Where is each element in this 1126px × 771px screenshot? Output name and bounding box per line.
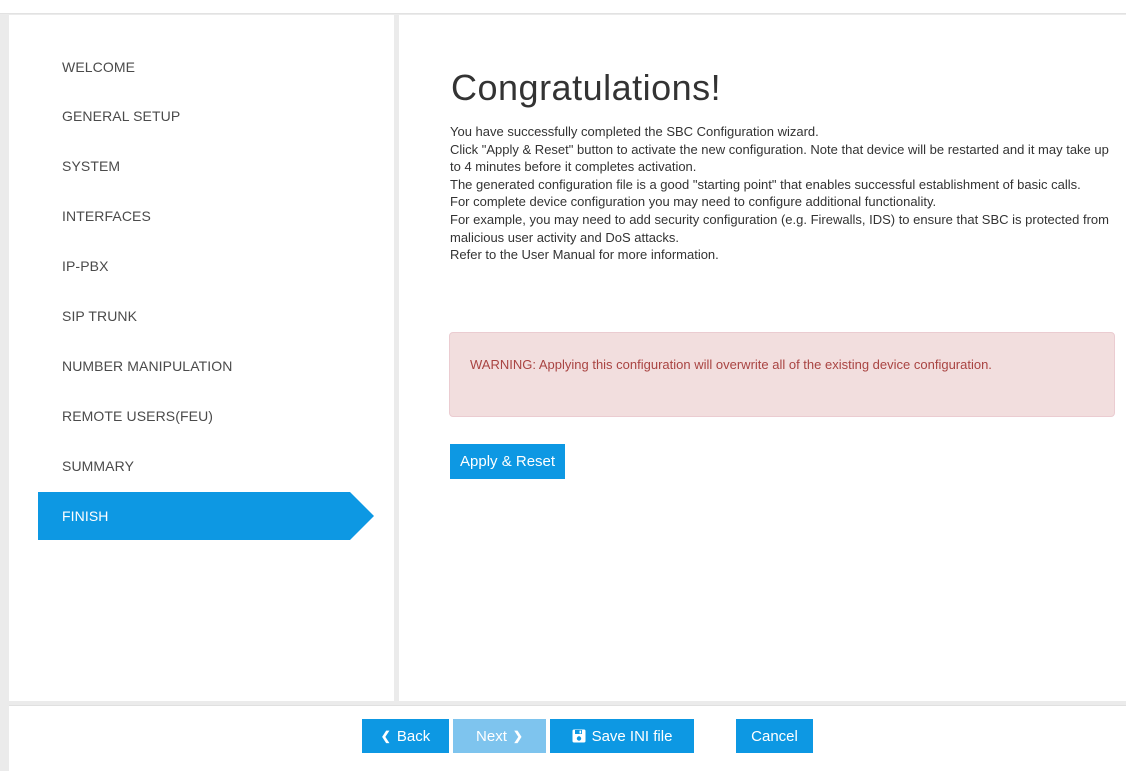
sidebar-item-label: INTERFACES: [62, 208, 151, 224]
sidebar-item-label: REMOTE USERS(FEU): [62, 408, 214, 424]
sidebar-item-label: SUMMARY: [62, 458, 135, 474]
wizard-sidebar: WELCOME GENERAL SETUP SYSTEM INTERFACES …: [9, 15, 394, 701]
message-line: Click "Apply & Reset" button to activate…: [450, 141, 1109, 175]
sidebar-item-label: SYSTEM: [62, 158, 121, 174]
back-button[interactable]: ❮ Back: [362, 719, 449, 753]
sidebar-item-ip-pbx[interactable]: IP-PBX: [38, 242, 364, 290]
sidebar-item-finish[interactable]: FINISH: [38, 492, 374, 540]
apply-reset-button[interactable]: Apply & Reset: [450, 444, 566, 479]
sidebar-item-sip-trunk[interactable]: SIP TRUNK: [38, 292, 364, 340]
back-label: Back: [396, 727, 431, 745]
wizard-footer: ❮ Back Next ❯ Save INI file Cancel: [9, 705, 1126, 771]
sidebar-item-label: SIP TRUNK: [62, 308, 138, 324]
save-label: Save INI file: [591, 727, 673, 745]
message-line: For example, you may need to add securit…: [450, 211, 1109, 245]
save-ini-button[interactable]: Save INI file: [550, 719, 694, 753]
sidebar-item-interfaces[interactable]: INTERFACES: [38, 192, 364, 240]
next-button[interactable]: Next ❯: [453, 719, 546, 753]
chevron-right-icon: ❯: [512, 729, 523, 743]
sidebar-item-system[interactable]: SYSTEM: [38, 142, 364, 190]
sidebar-item-label: IP-PBX: [62, 258, 109, 274]
top-border: [0, 0, 1126, 14]
sidebar-item-label: NUMBER MANIPULATION: [62, 358, 233, 374]
sidebar-item-label: GENERAL SETUP: [62, 108, 181, 124]
chevron-left-icon: ❮: [380, 729, 391, 743]
message-line: Refer to the User Manual for more inform…: [450, 247, 719, 263]
sidebar-item-number-manipulation[interactable]: NUMBER MANIPULATION: [38, 342, 364, 390]
sidebar-item-summary[interactable]: SUMMARY: [38, 442, 364, 490]
message-line: For complete device configuration you ma…: [450, 194, 937, 210]
sidebar-item-general-setup[interactable]: GENERAL SETUP: [38, 92, 364, 140]
message-line: The generated configuration file is a go…: [450, 176, 1081, 192]
sidebar-item-label: FINISH: [62, 508, 109, 524]
sidebar-item-remote-users[interactable]: REMOTE USERS(FEU): [38, 392, 364, 440]
message-line: You have successfully completed the SBC …: [450, 124, 819, 139]
next-label: Next: [476, 727, 507, 745]
sidebar-item-label: WELCOME: [62, 59, 136, 75]
warning-alert: WARNING: Applying this configuration wil…: [449, 332, 1115, 417]
floppy-disk-icon: [572, 729, 586, 743]
sidebar-item-welcome[interactable]: WELCOME: [38, 43, 364, 91]
cancel-button[interactable]: Cancel: [736, 719, 813, 753]
main-panel: Congratulations! You have successfully c…: [399, 15, 1126, 701]
page-title: Congratulations!: [451, 67, 722, 108]
completion-message: You have successfully completed the SBC …: [450, 123, 1110, 264]
